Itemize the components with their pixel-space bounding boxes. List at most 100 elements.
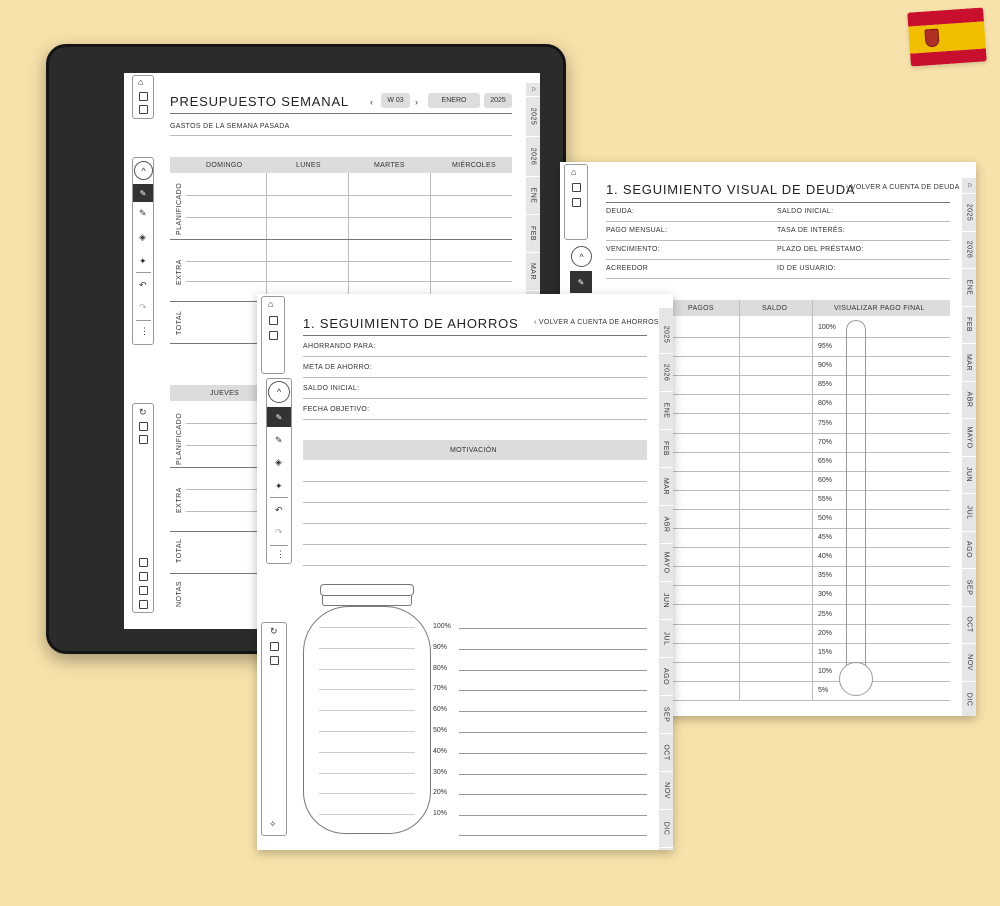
page-title: 1. SEGUIMIENTO VISUAL DE DEUDA (606, 182, 856, 197)
tab-year[interactable]: 2026 (962, 232, 976, 269)
field-label: SALDO INICIAL: (303, 385, 360, 392)
debt-row-line (672, 394, 950, 396)
pen-tool-icon[interactable]: ✎ (267, 407, 291, 427)
tab-month[interactable]: SEP (962, 569, 976, 607)
refresh-icon[interactable]: ↻ (139, 407, 147, 418)
tab-month[interactable]: OCT (659, 734, 673, 772)
tab-month[interactable]: AGO (962, 532, 976, 569)
more-icon[interactable]: ⋮ (276, 549, 285, 560)
percent-label: 50% (433, 727, 448, 734)
tab-month[interactable]: NOV (659, 772, 673, 810)
tab-month[interactable]: FEB (962, 307, 976, 344)
undo-icon[interactable]: ↶ (275, 505, 283, 516)
undo-icon[interactable]: ↶ (139, 280, 147, 291)
jar-lid (320, 584, 414, 596)
tab-month[interactable]: ABR (962, 382, 976, 419)
tab-month[interactable]: JUN (962, 457, 976, 494)
field-label: VENCIMIENTO: (606, 246, 661, 253)
home-icon[interactable]: ⌂ (138, 77, 143, 87)
clipboard-icon[interactable] (139, 105, 148, 114)
month-selector[interactable]: ENERO (428, 93, 480, 108)
debt-row-line (672, 623, 950, 625)
tab-month[interactable]: MAYO (659, 544, 673, 582)
eraser-icon[interactable]: ◈ (275, 457, 282, 468)
tab-month[interactable]: ABR (659, 506, 673, 544)
tab-month[interactable]: ENE (526, 177, 540, 215)
tab-month[interactable]: FEB (659, 430, 673, 468)
day-header: JUEVES (210, 390, 240, 397)
home-icon[interactable]: ⌂ (268, 299, 273, 309)
chart-icon[interactable] (139, 586, 148, 595)
percent-label: 10% (818, 667, 833, 675)
more-icon[interactable]: ⋮ (140, 326, 149, 337)
marker-icon[interactable]: ✎ (139, 208, 147, 219)
clipboard-icon[interactable] (269, 331, 278, 340)
checkbox-icon[interactable] (269, 316, 278, 325)
debt-row-line (672, 451, 950, 453)
tab-month[interactable]: DIC (962, 682, 976, 717)
tab-month[interactable]: OCT (962, 607, 976, 644)
chevron-up-icon[interactable]: ^ (134, 161, 153, 180)
grid-icon[interactable] (139, 558, 148, 567)
eraser-icon[interactable]: ◈ (139, 232, 146, 243)
document-icon[interactable] (270, 656, 279, 665)
tab-year[interactable]: 2026 (659, 354, 673, 392)
row-label: NOTAS (176, 580, 183, 607)
percent-label: 80% (433, 664, 448, 672)
prev-week-icon[interactable]: ‹ (370, 97, 373, 107)
tab-month[interactable]: ENE (962, 269, 976, 307)
wallet-icon[interactable] (270, 642, 279, 651)
tab-month[interactable]: MAR (526, 253, 540, 291)
lasso-icon[interactable]: ✦ (139, 256, 147, 267)
tab-month[interactable]: MAYO (962, 419, 976, 457)
debt-row-line (672, 604, 950, 606)
year-selector[interactable]: 2025 (484, 93, 512, 108)
tab-month[interactable]: JUN (659, 582, 673, 620)
redo-icon[interactable]: ↷ (139, 302, 147, 313)
money-icon[interactable] (139, 600, 148, 609)
tab-year[interactable]: 2026 (526, 137, 540, 177)
week-selector[interactable]: W 03 (381, 93, 410, 108)
next-week-icon[interactable]: › (415, 97, 418, 107)
pen-tool-icon[interactable]: ✎ (570, 271, 592, 293)
tab-month[interactable]: FEB (526, 215, 540, 253)
refresh-icon[interactable]: ↻ (270, 626, 278, 637)
redo-icon[interactable]: ↷ (275, 527, 283, 538)
tab-month[interactable]: JUL (659, 620, 673, 658)
lasso-icon[interactable]: ✦ (275, 481, 283, 492)
tab-month[interactable]: DIC (659, 810, 673, 848)
marker-icon[interactable]: ✎ (275, 435, 283, 446)
chevron-up-icon[interactable]: ^ (268, 381, 290, 403)
field-label: FECHA OBJETIVO: (303, 406, 370, 413)
tab-month[interactable]: SEP (659, 696, 673, 734)
tab-month[interactable]: ENE (659, 392, 673, 430)
tab-month[interactable]: AGO (659, 658, 673, 696)
percent-label: 60% (818, 476, 833, 484)
home-icon[interactable]: ⌂ (571, 167, 576, 177)
tab-month[interactable]: NOV (962, 644, 976, 682)
calendar-icon[interactable] (139, 572, 148, 581)
sparkle-icon[interactable]: ✧ (269, 819, 277, 830)
jar-level-line (319, 751, 415, 753)
home-tab-icon[interactable]: ⌂ (962, 178, 976, 194)
chevron-up-icon[interactable]: ^ (571, 246, 592, 267)
home-tab-icon[interactable]: ⌂ (526, 83, 540, 97)
back-link[interactable]: ‹ VOLVER A CUENTA DE DEUDA (846, 184, 960, 191)
back-link[interactable]: ‹ VOLVER A CUENTA DE AHORROS (534, 319, 659, 326)
checkbox-icon[interactable] (572, 183, 581, 192)
tab-month[interactable]: MAR (659, 468, 673, 506)
tab-month[interactable]: JUL (962, 494, 976, 532)
tab-year[interactable]: 2025 (962, 194, 976, 232)
wallet-icon[interactable] (139, 422, 148, 431)
tab-month[interactable]: MAR (962, 344, 976, 382)
debt-row-line (672, 566, 950, 568)
pen-tool-icon[interactable]: ✎ (133, 184, 153, 202)
checkbox-icon[interactable] (139, 92, 148, 101)
tab-year[interactable]: 2025 (526, 97, 540, 137)
percent-label: 20% (818, 629, 833, 637)
goal-line (459, 628, 647, 629)
document-icon[interactable] (139, 435, 148, 444)
percent-label: 85% (818, 381, 833, 389)
tab-year[interactable]: 2025 (659, 316, 673, 354)
clipboard-icon[interactable] (572, 198, 581, 207)
